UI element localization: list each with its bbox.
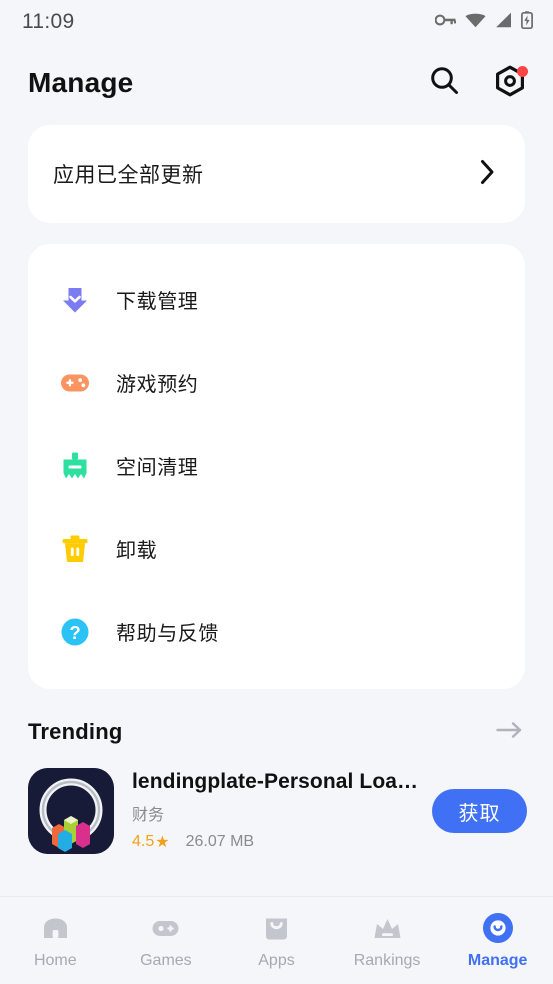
menu-item-uninstall[interactable]: 卸载 [28, 507, 525, 590]
menu-item-label: 空间清理 [116, 457, 199, 479]
app-rating-value: 4.5 [132, 833, 155, 850]
gamepad-icon [149, 911, 183, 945]
key-icon [434, 13, 456, 32]
app-category: 财务 [132, 807, 165, 824]
help-circle-icon: ? [58, 615, 92, 649]
broom-clean-icon [58, 449, 92, 483]
get-app-button[interactable]: 获取 [432, 789, 527, 833]
arrow-right-icon[interactable] [496, 720, 523, 745]
manage-smile-icon [481, 911, 515, 945]
trending-section-header: Trending [0, 702, 553, 762]
star-icon: ★ [155, 834, 170, 851]
trending-app-list-item[interactable]: lendingplate-Personal Loa… 财务 4.5 ★ 26.0… [0, 762, 553, 854]
nav-item-apps[interactable]: Apps [221, 911, 332, 970]
nav-label: Rankings [353, 952, 421, 969]
app-screen: 11:09 Manage 应用已全部更新 下载管理 游戏预约 空间清理 卸载 ?… [0, 0, 553, 984]
status-icons [434, 10, 533, 34]
manage-menu-card: 下载管理 游戏预约 空间清理 卸载 ? 帮助与反馈 [28, 244, 525, 689]
cellular-signal-icon [495, 12, 512, 33]
nav-label: Manage [467, 952, 528, 969]
battery-charging-icon [521, 10, 533, 34]
menu-item-label: 帮助与反馈 [116, 623, 219, 645]
menu-item-label: 下载管理 [116, 291, 199, 313]
search-icon [429, 65, 460, 101]
nav-item-rankings[interactable]: Rankings [332, 911, 443, 970]
svg-text:?: ? [69, 622, 80, 643]
shopping-bag-icon [259, 911, 293, 945]
page-header: Manage [0, 44, 553, 122]
menu-item-help-feedback[interactable]: ? 帮助与反馈 [28, 590, 525, 673]
bottom-navigation: Home Games Apps Rankings Manage [0, 896, 553, 984]
nav-item-games[interactable]: Games [111, 911, 222, 970]
trending-title: Trending [28, 719, 123, 744]
menu-item-label: 卸载 [116, 540, 158, 562]
app-icon [28, 768, 114, 854]
wifi-icon [465, 12, 486, 33]
app-size: 26.07 MB [185, 833, 255, 850]
nav-label: Games [140, 952, 192, 969]
gamepad-icon [58, 366, 92, 400]
crown-icon [370, 911, 404, 945]
download-icon [58, 283, 92, 317]
update-status-text: 应用已全部更新 [53, 164, 204, 187]
app-rating: 4.5 ★ [132, 832, 170, 852]
page-title: Manage [28, 67, 134, 98]
app-name: lendingplate-Personal Loa… [132, 770, 419, 793]
menu-item-space-cleanup[interactable]: 空间清理 [28, 424, 525, 507]
all-apps-updated-card[interactable]: 应用已全部更新 [28, 125, 525, 223]
menu-item-label: 游戏预约 [116, 374, 199, 396]
notification-dot [517, 66, 528, 77]
trash-icon [58, 532, 92, 566]
home-icon [38, 911, 72, 945]
search-button[interactable] [427, 66, 461, 100]
menu-item-game-reservation[interactable]: 游戏预约 [28, 341, 525, 424]
nav-item-home[interactable]: Home [0, 911, 111, 970]
menu-item-download-manager[interactable]: 下载管理 [28, 258, 525, 341]
header-actions [427, 65, 528, 100]
settings-button[interactable] [493, 65, 528, 100]
nav-item-manage[interactable]: Manage [442, 911, 553, 970]
app-stats: 4.5 ★ 26.07 MB [132, 832, 432, 852]
status-bar: 11:09 [0, 0, 553, 44]
status-time: 11:09 [22, 10, 75, 33]
nav-label: Home [33, 952, 77, 969]
nav-label: Apps [258, 952, 295, 969]
app-meta: lendingplate-Personal Loa… 财务 4.5 ★ 26.0… [132, 770, 432, 852]
chevron-right-icon [480, 159, 495, 190]
